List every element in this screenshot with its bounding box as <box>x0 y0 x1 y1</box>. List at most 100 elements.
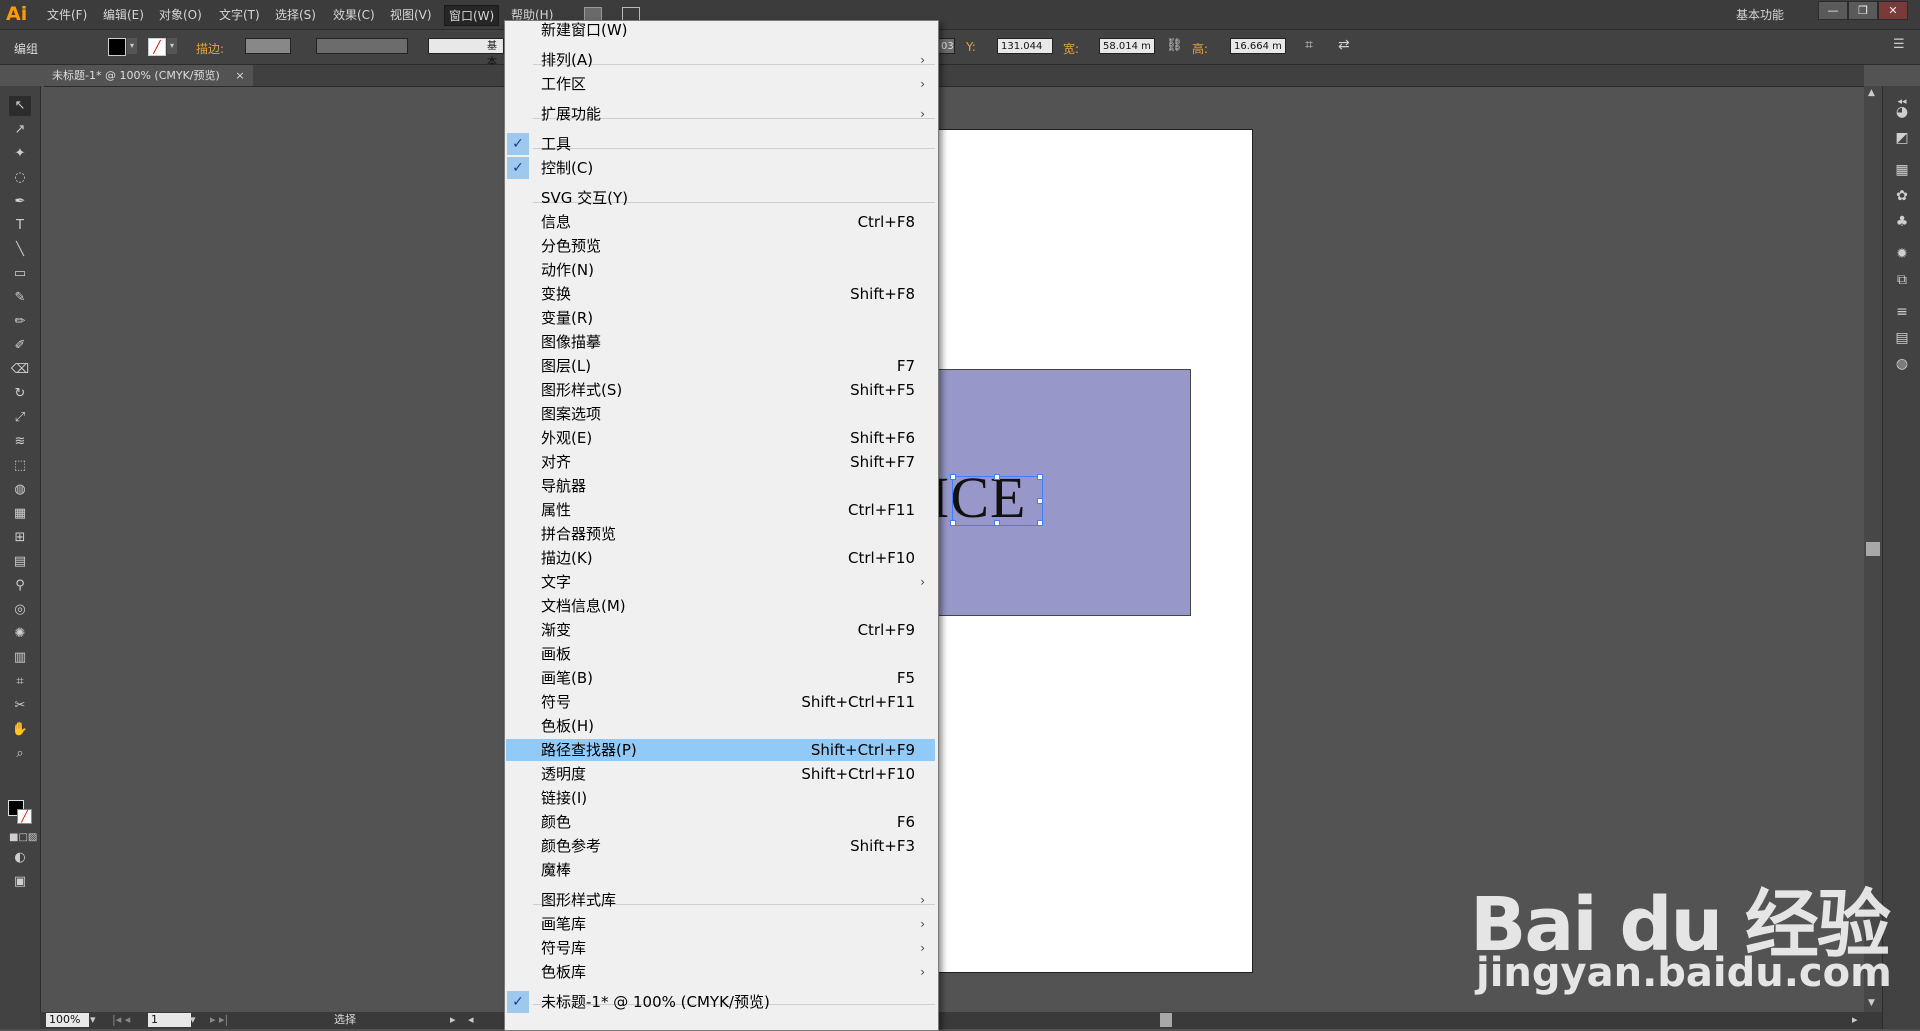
zoom-dropdown-icon[interactable]: ▾ <box>90 1013 100 1027</box>
window-menu-item[interactable]: 对齐 Shift+F7 <box>506 451 935 473</box>
stroke-style-field[interactable]: 基本 <box>428 38 504 68</box>
width-field[interactable]: 58.014 m <box>1099 38 1155 54</box>
window-menu-item[interactable]: 信息 Ctrl+F8 <box>506 211 935 233</box>
window-menu-item[interactable]: 魔棒 <box>506 859 935 881</box>
lasso-tool-icon[interactable]: ◌ <box>9 168 31 188</box>
stroke-dropdown[interactable]: ▾ <box>167 38 177 54</box>
selection-handle[interactable] <box>950 520 956 526</box>
gradient-tool-icon[interactable]: ▤ <box>9 552 31 572</box>
color-panel-icon[interactable]: ◕ <box>1891 102 1913 122</box>
scale-tool-icon[interactable]: ⤢ <box>9 408 31 428</box>
window-menu-item[interactable]: 外观(E) Shift+F6 <box>506 427 935 449</box>
menu-type[interactable]: 文字(T) <box>219 6 260 23</box>
horizontal-scroll-left-icon[interactable]: ◂ <box>468 1013 474 1027</box>
workspace-switcher[interactable]: 基本功能 <box>1736 6 1784 23</box>
window-menu-item[interactable]: 符号 Shift+Ctrl+F11 <box>506 691 935 713</box>
menu-object[interactable]: 对象(O) <box>159 6 202 23</box>
brushes-panel-icon[interactable]: ✿ <box>1891 186 1913 206</box>
window-menu-item[interactable]: 色板库 › <box>506 961 935 983</box>
direct-selection-tool-icon[interactable]: ↗ <box>9 120 31 140</box>
panel-menu-icon[interactable]: ☰ <box>1893 37 1905 52</box>
selection-handle[interactable] <box>1037 474 1043 480</box>
line-tool-icon[interactable]: ╲ <box>9 240 31 260</box>
page-field[interactable]: 1 <box>148 1013 191 1027</box>
window-menu-item[interactable]: 新建窗口(W) <box>506 19 935 41</box>
scroll-up-arrow-icon[interactable]: ▲ <box>1868 88 1875 98</box>
window-menu-item[interactable]: 工作区 › <box>506 73 935 95</box>
zoom-tool-icon[interactable]: ⌕ <box>9 744 31 764</box>
close-window-button[interactable]: ✕ <box>1878 1 1908 20</box>
symbol-sprayer-tool-icon[interactable]: ✺ <box>9 624 31 644</box>
link-proportions-icon[interactable]: ⛓ <box>1166 38 1183 53</box>
window-menu-item[interactable]: 路径查找器(P) Shift+Ctrl+F9 <box>506 739 935 761</box>
x-field[interactable]: 03 <box>937 38 955 54</box>
window-menu-item[interactable]: 图形样式(S) Shift+F5 <box>506 379 935 401</box>
eraser-tool-icon[interactable]: ⌫ <box>9 360 31 380</box>
window-menu-item[interactable]: 变换 Shift+F8 <box>506 283 935 305</box>
window-menu-item[interactable]: 拼合器预览 <box>506 523 935 545</box>
free-transform-tool-icon[interactable]: ⬚ <box>9 456 31 476</box>
drawing-mode-icon[interactable]: ◐ <box>9 848 31 868</box>
menu-window[interactable]: 窗口(W) <box>444 5 500 26</box>
stroke-color-icon[interactable]: ╱ <box>17 809 32 824</box>
eyedropper-tool-icon[interactable]: ⚲ <box>9 576 31 596</box>
color-guide-panel-icon[interactable]: ◩ <box>1891 128 1913 148</box>
window-menu-item[interactable]: 图案选项 <box>506 403 935 425</box>
window-menu-item[interactable]: 透明度 Shift+Ctrl+F10 <box>506 763 935 785</box>
height-field[interactable]: 16.664 m <box>1230 38 1286 54</box>
window-menu-item[interactable]: 画笔库 › <box>506 913 935 935</box>
blend-tool-icon[interactable]: ◎ <box>9 600 31 620</box>
transform-icon[interactable]: ⌗ <box>1305 37 1313 53</box>
window-menu-item[interactable]: 画笔(B) F5 <box>506 667 935 689</box>
pencil-tool-icon[interactable]: ✏ <box>9 312 31 332</box>
shape-builder-tool-icon[interactable]: ◍ <box>9 480 31 500</box>
window-menu-item[interactable]: 变量(R) <box>506 307 935 329</box>
window-menu-item[interactable]: 文档信息(M) <box>506 595 935 617</box>
window-menu-item[interactable]: 属性 Ctrl+F11 <box>506 499 935 521</box>
variable-width-field[interactable] <box>316 38 408 54</box>
last-page-icon[interactable]: ▸ ▸| <box>210 1013 228 1027</box>
magic-wand-tool-icon[interactable]: ✦ <box>9 144 31 164</box>
isolate-group-icon[interactable]: ⇄ <box>1338 37 1350 53</box>
selection-tool-icon[interactable]: ↖ <box>9 96 31 116</box>
slice-tool-icon[interactable]: ✂ <box>9 696 31 716</box>
type-tool-icon[interactable]: T <box>9 216 31 236</box>
artboard-tool-icon[interactable]: ⌗ <box>9 672 31 692</box>
selection-bounding-box[interactable] <box>950 474 1043 526</box>
transparency-panel-icon[interactable]: ◍ <box>1891 354 1913 374</box>
window-menu-item[interactable]: 文字 › <box>506 571 935 593</box>
window-menu-item[interactable]: 颜色 F6 <box>506 811 935 833</box>
stroke-swatch[interactable]: ╱ <box>148 38 166 56</box>
graphic-styles-panel-icon[interactable]: ⧉ <box>1891 270 1913 290</box>
selection-handle[interactable] <box>994 474 1000 480</box>
hand-tool-icon[interactable]: ✋ <box>9 720 31 740</box>
width-tool-icon[interactable]: ≋ <box>9 432 31 452</box>
window-menu-item[interactable]: 色板(H) <box>506 715 935 737</box>
window-menu-item[interactable]: 分色预览 <box>506 235 935 257</box>
status-menu-icon[interactable]: ▸ <box>450 1013 456 1027</box>
restore-button[interactable]: ❐ <box>1848 1 1878 20</box>
menu-file[interactable]: 文件(F) <box>47 6 87 23</box>
stroke-weight-field[interactable] <box>245 38 291 54</box>
window-menu-item[interactable]: 链接(I) <box>506 787 935 809</box>
color-mode-icons[interactable]: ■□▨ <box>9 828 37 848</box>
menu-effect[interactable]: 效果(C) <box>333 6 375 23</box>
window-menu-item[interactable]: 渐变 Ctrl+F9 <box>506 619 935 641</box>
menu-select[interactable]: 选择(S) <box>275 6 316 23</box>
menu-view[interactable]: 视图(V) <box>390 6 432 23</box>
window-menu-item[interactable]: 扩展功能 › <box>506 103 935 125</box>
fill-swatch[interactable] <box>108 38 126 56</box>
window-menu-item[interactable]: 描边(K) Ctrl+F10 <box>506 547 935 569</box>
y-field[interactable]: 131.044 <box>997 38 1053 54</box>
window-menu-item[interactable]: 画板 <box>506 643 935 665</box>
symbols-panel-icon[interactable]: ♣ <box>1891 212 1913 232</box>
first-page-icon[interactable]: |◂ ◂ <box>112 1013 130 1027</box>
blob-brush-tool-icon[interactable]: ✐ <box>9 336 31 356</box>
mesh-tool-icon[interactable]: ⊞ <box>9 528 31 548</box>
perspective-grid-tool-icon[interactable]: ▦ <box>9 504 31 524</box>
window-menu-item[interactable]: ✓ 工具 <box>506 133 935 155</box>
selection-handle[interactable] <box>1037 520 1043 526</box>
window-menu-item[interactable]: 导航器 <box>506 475 935 497</box>
selection-handle[interactable] <box>994 520 1000 526</box>
window-menu-item[interactable]: 排列(A) › <box>506 49 935 71</box>
